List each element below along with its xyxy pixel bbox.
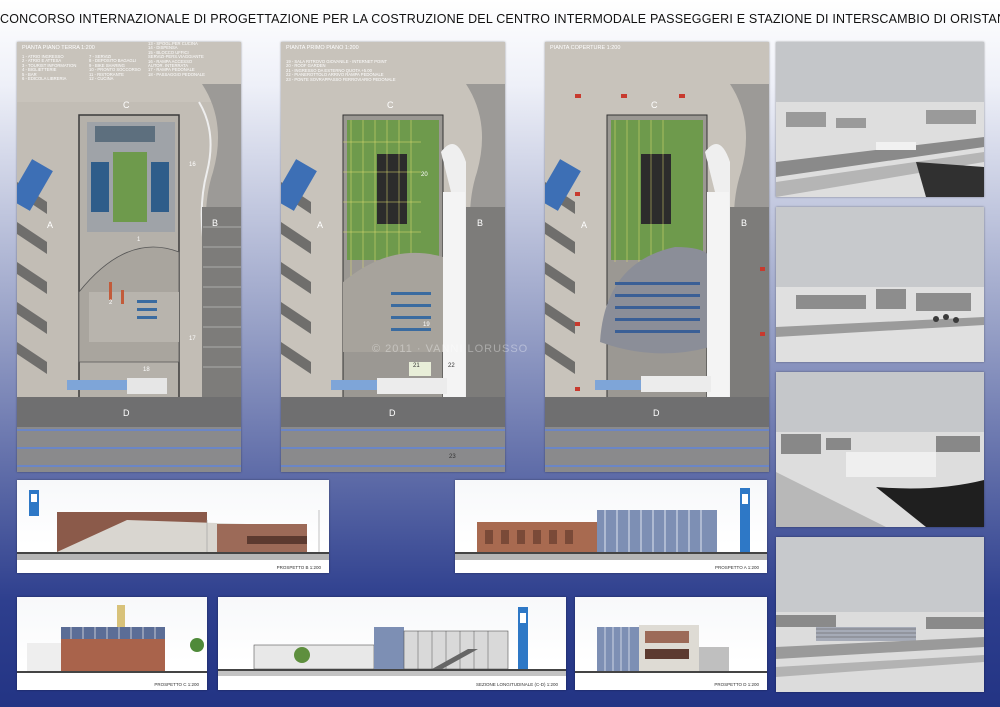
elevation-c-drawing — [17, 605, 207, 673]
ground-legend-col2: 7 - SERVIZI 8 - DEPOSITO BAGAGLI 9 - BIKE … — [89, 54, 141, 82]
board-title: CONCORSO INTERNAZIONALE DI PROGETTAZIONE… — [0, 12, 1000, 26]
ground-plan-title: PIANTA PIANO TERRA 1:200 — [22, 45, 95, 51]
section-marker-a: A — [317, 220, 324, 230]
elevation-b-caption: PROSPETTO B 1:200 — [276, 565, 321, 570]
section-marker-c: C — [123, 100, 130, 110]
legend-item: 23 - PONTE SOVRAPPASSO FERROVIARIO PEDON… — [286, 76, 396, 82]
legend-item: 18 - PASSAGGIO PEDONALE — [148, 71, 205, 77]
section-marker-b: B — [212, 218, 219, 228]
room-number: 18 — [143, 367, 150, 373]
legend-item: 6 - EDICOLA LIBRERIA — [22, 76, 67, 82]
aerial-render-image — [776, 537, 984, 692]
aerial-render-image — [776, 372, 984, 527]
elevation-a-caption: PROSPETTO A 1:200 — [715, 565, 759, 570]
elevation-b[interactable]: PROSPETTO B 1:200 — [17, 480, 329, 573]
roof-plan-title: PIANTA COPERTURE 1:200 — [550, 45, 621, 51]
ground-legend-col1: 1 - ATRIO INGRESSO 2 - ATRIO E ATTESA 3 - … — [22, 54, 76, 82]
ground-floor-plan[interactable]: PIANTA PIANO TERRA 1:200 1 - ATRIO INGRE… — [17, 42, 241, 472]
elevation-c-caption: PROSPETTO C 1:200 — [154, 682, 199, 687]
room-number: 17 — [189, 336, 196, 342]
elevation-a-drawing — [455, 488, 767, 560]
render-view-4[interactable] — [776, 537, 984, 692]
section-marker-d: D — [389, 408, 396, 418]
section-marker-c: C — [651, 100, 658, 110]
first-plan-title: PIANTA PRIMO PIANO 1:200 — [286, 45, 359, 51]
elevation-b-drawing — [17, 490, 329, 560]
room-number: 20 — [421, 172, 428, 178]
room-number: 16 — [189, 162, 196, 168]
section-marker-a: A — [47, 220, 54, 230]
room-number: 22 — [448, 363, 455, 369]
ground-legend-col3: 13 - SPOGL.PER CUCINA 14 - DISPENSA 15 - B… — [148, 42, 205, 77]
section-marker-b: B — [741, 218, 748, 228]
section-marker-c: C — [387, 100, 394, 110]
render-view-2[interactable] — [776, 207, 984, 362]
section-caption: SEZIONE LONGITUDINALE (C-D) 1:200 — [475, 682, 558, 687]
first-legend: 19 - SALA RITROVO GIOVANILE - INTERNET P… — [286, 59, 396, 82]
section-marker-b: B — [477, 218, 484, 228]
roof-plan[interactable]: PIANTA COPERTURE 1:200 C A B D — [545, 42, 769, 472]
aerial-render-image — [776, 207, 984, 362]
elevation-c[interactable]: PROSPETTO C 1:200 — [17, 597, 207, 690]
room-number: 21 — [413, 363, 420, 369]
section-marker-d: D — [653, 408, 660, 418]
aerial-render-image — [776, 42, 984, 197]
elevation-a[interactable]: PROSPETTO A 1:200 — [455, 480, 767, 573]
elevation-d-caption: PROSPETTO D 1:200 — [714, 682, 759, 687]
elevation-d[interactable]: PROSPETTO D 1:200 — [575, 597, 767, 690]
section-drawing — [218, 607, 566, 676]
render-view-1[interactable] — [776, 42, 984, 197]
section-marker-d: D — [123, 408, 130, 418]
room-number: 2 — [109, 300, 113, 306]
watermark: © 2011 · VANNI LORUSSO — [372, 343, 529, 355]
first-floor-plan[interactable]: PIANTA PRIMO PIANO 1:200 19 - SALA RITRO… — [281, 42, 505, 472]
section-marker-a: A — [581, 220, 588, 230]
longitudinal-section[interactable]: SEZIONE LONGITUDINALE (C-D) 1:200 — [218, 597, 566, 690]
render-view-3[interactable] — [776, 372, 984, 527]
legend-item: 12 - CUCINA — [89, 76, 114, 82]
elevation-d-drawing — [575, 625, 767, 673]
room-number: 1 — [137, 237, 141, 243]
room-number: 23 — [449, 454, 456, 460]
room-number: 19 — [423, 322, 430, 328]
